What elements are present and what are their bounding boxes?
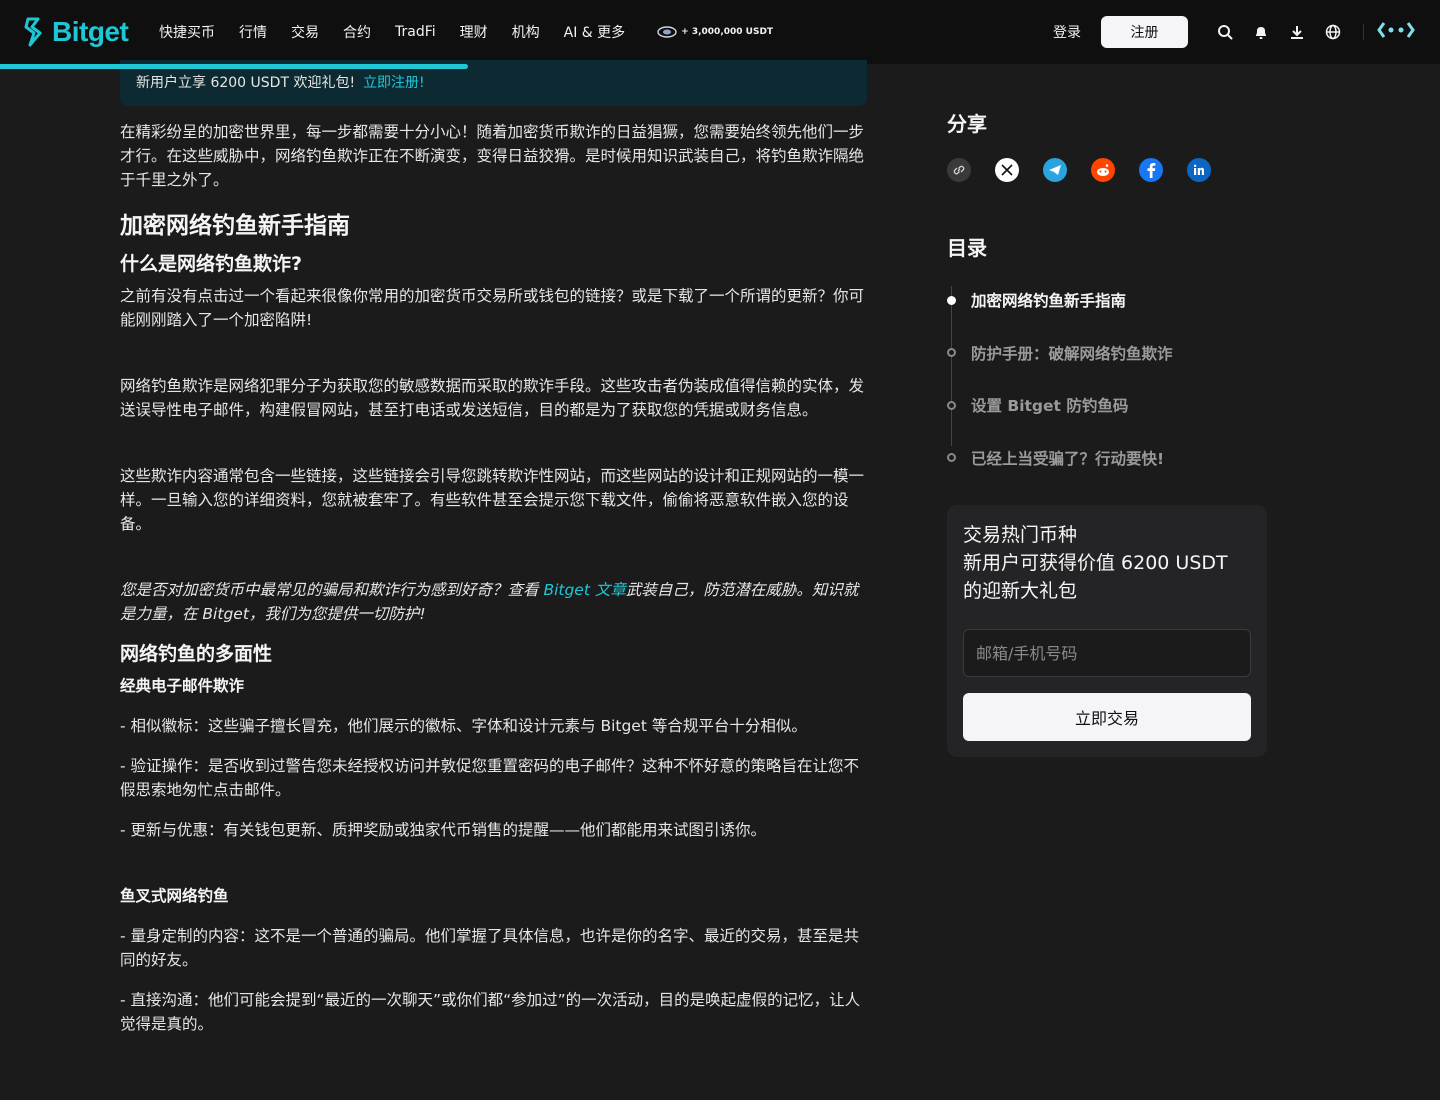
logo-text: Bitget <box>52 16 129 47</box>
reading-progress <box>0 64 1440 69</box>
reddit-icon[interactable] <box>1091 158 1115 182</box>
bitget-wallet-icon[interactable] <box>1376 20 1416 44</box>
linkedin-icon[interactable] <box>1187 158 1211 182</box>
nav-tradfi[interactable]: TradFi <box>395 24 436 40</box>
banner-register-link[interactable]: 立即注册! <box>363 75 425 91</box>
toc-item-anti-phishing-code[interactable]: 设置 Bitget 防钓鱼码 <box>947 379 1267 432</box>
heading-many-faces: 网络钓鱼的多面性 <box>120 643 273 665</box>
share-buttons <box>947 158 1267 182</box>
header-actions: 登录 注册 <box>1053 0 1416 64</box>
paragraph-what-3: 这些欺诈内容通常包含一些链接，这些链接会引导您跳转欺诈性网站，而这些网站的设计和… <box>120 467 865 533</box>
globe-icon[interactable] <box>1324 23 1342 41</box>
header-separator <box>1363 24 1364 40</box>
toc-item-guide[interactable]: 加密网络钓鱼新手指南 <box>947 274 1267 327</box>
toc-label: 已经上当受骗了？行动要快! <box>971 449 1165 468</box>
download-icon[interactable] <box>1288 23 1306 41</box>
heading-guide: 加密网络钓鱼新手指南 <box>120 213 350 239</box>
bitget-article-link[interactable]: Bitget 文章 <box>543 581 625 599</box>
toc-label: 防护手册：破解网络钓鱼欺诈 <box>971 344 1173 363</box>
nav-markets[interactable]: 行情 <box>239 22 267 42</box>
email-phone-input[interactable] <box>963 629 1251 677</box>
signup-card: 交易热门币种 新用户可获得价值 6200 USDT 的迎新大礼包 立即交易 <box>947 505 1267 757</box>
card-title-line-2: 新用户可获得价值 6200 USDT <box>963 552 1228 574</box>
nav-quick-buy[interactable]: 快捷买币 <box>159 22 215 42</box>
telegram-icon[interactable] <box>1043 158 1067 182</box>
heading-what-is-phishing: 什么是网络钓鱼欺诈? <box>120 253 303 275</box>
toc-item-defense-handbook[interactable]: 防护手册：破解网络钓鱼欺诈 <box>947 327 1267 380</box>
toc-dot <box>947 400 956 410</box>
table-of-contents: 加密网络钓鱼新手指南 防护手册：破解网络钓鱼欺诈 设置 Bitget 防钓鱼码 … <box>947 274 1267 484</box>
nav-institutional[interactable]: 机构 <box>512 22 540 42</box>
reward-icon <box>657 26 677 38</box>
heading-spear-phishing: 鱼叉式网络钓鱼 <box>120 887 229 905</box>
promo-text: + 3,000,000 USDT <box>681 27 774 37</box>
reading-progress-fill <box>0 64 468 69</box>
nav-futures[interactable]: 合约 <box>343 22 371 42</box>
toc-item-already-scammed[interactable]: 已经上当受骗了？行动要快! <box>947 432 1267 485</box>
search-icon[interactable] <box>1216 23 1234 41</box>
list-item: - 量身定制的内容：这不是一个普通的骗局。他们掌握了具体信息，也许是你的名字、最… <box>120 927 860 969</box>
link-icon[interactable] <box>947 158 971 182</box>
italic-callout-pre: 您是否对加密货币中最常见的骗局和欺诈行为感到好奇？查看 <box>120 581 544 599</box>
x-icon[interactable] <box>995 158 1019 182</box>
italic-callout: 您是否对加密货币中最常见的骗局和欺诈行为感到好奇？查看 Bitget 文章武装自… <box>120 578 867 626</box>
bitget-logo[interactable]: Bitget <box>24 14 129 50</box>
facebook-icon[interactable] <box>1139 158 1163 182</box>
nav-trade[interactable]: 交易 <box>291 22 319 42</box>
paragraph-what-1: 之前有没有点击过一个看起来很像你常用的加密货币交易所或钱包的链接？或是下载了一个… <box>120 287 865 329</box>
heading-classic-email: 经典电子邮件欺诈 <box>120 677 245 695</box>
promo-badge[interactable]: + 3,000,000 USDT <box>657 25 773 39</box>
toc-dot <box>947 295 956 305</box>
card-title-line-3: 的迎新大礼包 <box>963 580 1078 602</box>
list-item: - 相似徽标：这些骗子擅长冒充，他们展示的徽标、字体和设计元素与 Bitget … <box>120 717 807 735</box>
login-link[interactable]: 登录 <box>1053 22 1081 42</box>
main-nav: 快捷买币 行情 交易 合约 TradFi 理财 机构 AI & 更多 + 3,0… <box>159 0 773 64</box>
list-item: - 直接沟通：他们可能会提到“最近的一次聊天”或你们都“参加过”的一次活动，目的… <box>120 991 861 1033</box>
register-button[interactable]: 注册 <box>1101 16 1188 48</box>
list-item: - 验证操作：是否收到过警告您未经授权访问并敦促您重置密码的电子邮件？这种不怀好… <box>120 757 860 799</box>
sidebar: 分享 目录 加密网络钓鱼新手指南 防护手册：破解网络钓鱼欺诈 设置 Bitget… <box>947 110 1267 484</box>
card-title-line-1: 交易热门币种 <box>963 524 1078 546</box>
share-title: 分享 <box>947 112 987 136</box>
toc-dot <box>947 348 956 358</box>
toc-title: 目录 <box>947 236 987 260</box>
nav-earn[interactable]: 理财 <box>460 22 488 42</box>
toc-label: 加密网络钓鱼新手指南 <box>971 292 1127 311</box>
trade-now-button[interactable]: 立即交易 <box>963 693 1251 741</box>
article-intro: 在精彩纷呈的加密世界里，每一步都需要十分小心！随着加密货币欺诈的日益猖獗，您需要… <box>120 123 865 189</box>
toc-label: 设置 Bitget 防钓鱼码 <box>971 397 1129 416</box>
list-item: - 更新与优惠：有关钱包更新、质押奖励或独家代币销售的提醒——他们都能用来试图引… <box>120 821 767 839</box>
nav-ai-more[interactable]: AI & 更多 <box>564 22 626 42</box>
bitget-logo-icon <box>24 17 42 47</box>
bell-icon[interactable] <box>1252 23 1270 41</box>
banner-text: 新用户立享 6200 USDT 欢迎礼包! <box>136 75 356 91</box>
paragraph-what-2: 网络钓鱼欺诈是网络犯罪分子为获取您的敏感数据而采取的欺诈手段。这些攻击者伪装成值… <box>120 377 865 419</box>
article-body: 在精彩纷呈的加密世界里，每一步都需要十分小心！随着加密货币欺诈的日益猖獗，您需要… <box>120 120 867 1036</box>
toc-dot <box>947 453 956 463</box>
top-header: Bitget 快捷买币 行情 交易 合约 TradFi 理财 机构 AI & 更… <box>0 0 1440 64</box>
